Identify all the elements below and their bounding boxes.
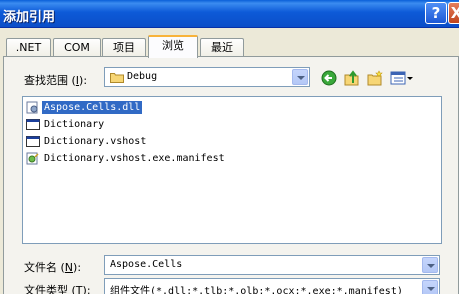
tab-strip: .NET COM 项目 浏览 最近 [0, 35, 459, 58]
new-folder-icon[interactable] [367, 70, 383, 86]
tab-recent[interactable]: 最近 [200, 38, 244, 57]
file-type-value: 组件文件(*.dll;*.tlb;*.olb;*.ocx;*.exe;*.man… [110, 286, 403, 294]
chevron-down-icon[interactable] [292, 69, 308, 85]
exe-icon [26, 136, 40, 147]
help-button[interactable]: ? [425, 2, 447, 24]
file-type-label: 文件类型 (T): [24, 284, 91, 294]
folder-icon [110, 73, 124, 83]
back-icon[interactable] [321, 70, 337, 86]
exe-icon [26, 119, 40, 130]
file-list[interactable]: Aspose.Cells.dll Dictionary Dictionary.v… [22, 96, 442, 244]
tab-projects[interactable]: 项目 [102, 38, 146, 57]
chevron-down-icon[interactable] [422, 280, 438, 294]
file-name: Dictionary [44, 119, 105, 130]
tab-net[interactable]: .NET [6, 38, 51, 57]
view-menu-icon[interactable] [390, 70, 414, 86]
chevron-down-icon[interactable] [422, 257, 438, 273]
up-folder-icon[interactable] [344, 70, 360, 86]
file-name-value: Aspose.Cells [110, 259, 183, 270]
window-title: 添加引用 [3, 10, 56, 25]
close-button[interactable]: X [448, 2, 459, 24]
file-name: Aspose.Cells.dll [42, 101, 143, 114]
look-in-combo[interactable]: Debug [104, 67, 310, 87]
file-name-input[interactable]: Aspose.Cells [104, 255, 440, 275]
tab-com[interactable]: COM [53, 38, 101, 57]
title-bar[interactable]: 添加引用 ? X [0, 0, 459, 28]
tab-browse[interactable]: 浏览 [148, 35, 198, 58]
dll-icon [26, 101, 38, 114]
file-type-select[interactable]: 组件文件(*.dll;*.tlb;*.olb;*.ocx;*.exe;*.man… [104, 278, 440, 294]
file-name: Dictionary.vshost [44, 136, 147, 147]
look-in-label: 查找范围 (I): [24, 74, 88, 87]
file-name: Dictionary.vshost.exe.manifest [44, 153, 225, 164]
look-in-value: Debug [127, 71, 158, 82]
manifest-icon [26, 152, 39, 165]
file-name-label: 文件名 (N): [24, 261, 82, 274]
